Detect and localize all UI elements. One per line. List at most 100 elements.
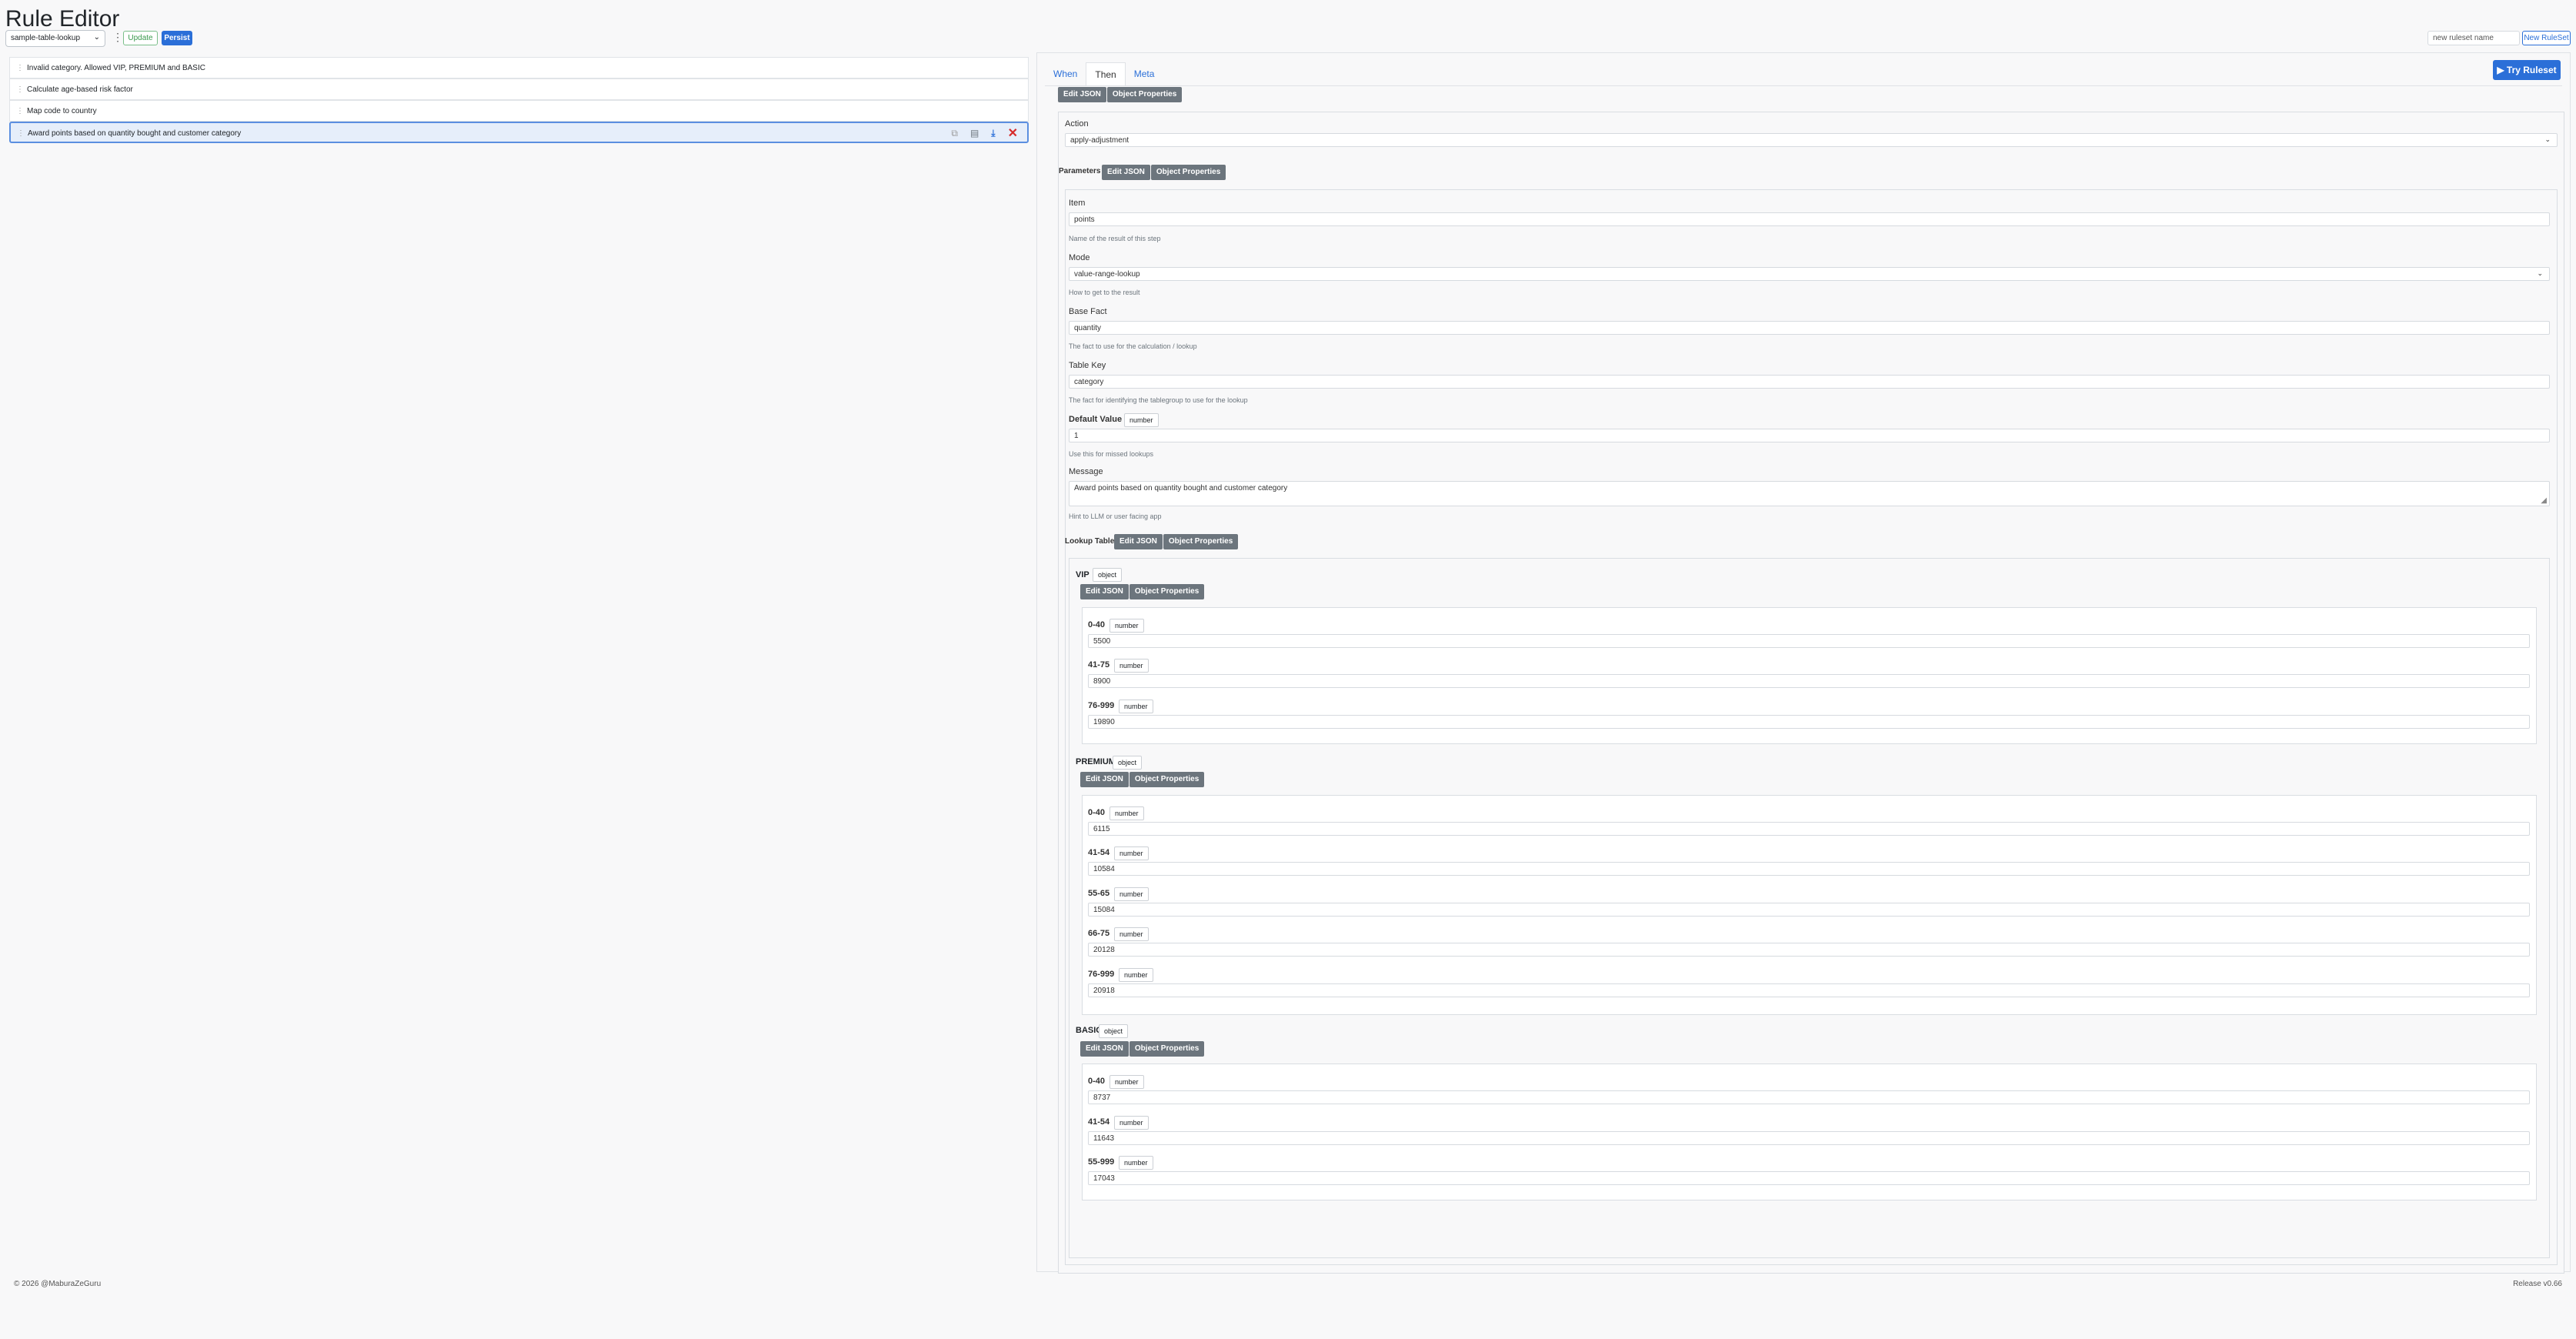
clipboard-icon[interactable]: ▤ xyxy=(970,128,979,141)
type-chip[interactable]: object xyxy=(1099,1024,1129,1038)
edit-json-button[interactable]: Edit JSON xyxy=(1058,87,1106,102)
delete-icon[interactable]: ✕ xyxy=(1008,125,1018,141)
chevron-down-icon: ⌄ xyxy=(2544,135,2551,143)
table-key-input[interactable]: category xyxy=(1069,375,2550,389)
message-value: Award points based on quantity bought an… xyxy=(1074,484,1288,493)
range-value-input[interactable]: 19890 xyxy=(1088,715,2530,729)
editor-tabs: When Then Meta xyxy=(1045,62,1163,86)
rule-editor-panel: When Then Meta ▶ Try Ruleset Edit JSON Ob… xyxy=(1036,52,2571,1274)
range-value-input[interactable]: 15084 xyxy=(1088,903,2530,917)
type-chip[interactable]: object xyxy=(1113,756,1143,770)
item-input[interactable]: points xyxy=(1069,212,2550,226)
type-chip[interactable]: number xyxy=(1119,1156,1153,1170)
type-chip[interactable]: number xyxy=(1109,806,1144,820)
edit-json-button[interactable]: Edit JSON xyxy=(1080,772,1129,787)
object-properties-button[interactable]: Object Properties xyxy=(1106,87,1183,102)
type-chip[interactable]: number xyxy=(1114,927,1149,941)
table-key-help: The fact for identifying the tablegroup … xyxy=(1069,396,1248,404)
chevron-down-icon: ⌄ xyxy=(2537,269,2543,277)
range-label: 66-75 xyxy=(1088,929,1110,938)
parameters-json-toggle: Edit JSON Object Properties xyxy=(1102,165,1226,180)
edit-json-button[interactable]: Edit JSON xyxy=(1114,534,1163,549)
type-chip[interactable]: number xyxy=(1114,887,1149,901)
type-chip[interactable]: number xyxy=(1114,659,1149,673)
tab-when[interactable]: When xyxy=(1045,62,1086,86)
message-help: Hint to LLM or user facing app xyxy=(1069,513,1162,520)
mode-select[interactable]: value-range-lookup ⌄ xyxy=(1069,267,2550,281)
range-value-input[interactable]: 8737 xyxy=(1088,1090,2530,1104)
object-properties-button[interactable]: Object Properties xyxy=(1129,772,1205,787)
type-chip[interactable]: number xyxy=(1114,846,1149,860)
tab-meta[interactable]: Meta xyxy=(1126,62,1163,86)
item-label: Item xyxy=(1069,199,1086,208)
ruleset-name-input[interactable]: new ruleset name xyxy=(2428,31,2520,45)
range-value-input[interactable]: 8900 xyxy=(1088,674,2530,688)
update-button[interactable]: Update xyxy=(123,31,158,45)
rule-label: Invalid category. Allowed VIP, PREMIUM a… xyxy=(27,64,205,72)
message-textarea[interactable]: Award points based on quantity bought an… xyxy=(1069,481,2550,506)
ruleset-select-value: sample-table-lookup xyxy=(11,34,81,42)
rule-item[interactable]: ⋮ Map code to country xyxy=(9,100,1029,122)
range-label: 41-75 xyxy=(1088,660,1110,670)
mode-value: value-range-lookup xyxy=(1074,270,1140,279)
lookup-table-label: Lookup Table xyxy=(1065,537,1115,546)
edit-json-button[interactable]: Edit JSON xyxy=(1080,1041,1129,1057)
action-label: Action xyxy=(1065,119,1089,129)
range-value-input[interactable]: 20128 xyxy=(1088,943,2530,957)
rule-item-active[interactable]: ⋮ Award points based on quantity bought a… xyxy=(9,122,1029,143)
rule-item[interactable]: ⋮ Calculate age-based risk factor xyxy=(9,78,1029,100)
base-fact-input[interactable]: quantity xyxy=(1069,321,2550,335)
item-help: Name of the result of this step xyxy=(1069,235,1161,242)
drag-handle-icon[interactable]: ⋮ xyxy=(16,107,24,115)
drag-handle-icon[interactable]: ⋮ xyxy=(17,129,25,138)
type-chip[interactable]: number xyxy=(1114,1116,1149,1130)
drag-handle-icon[interactable]: ⋮ xyxy=(16,85,24,94)
range-value-input[interactable]: 17043 xyxy=(1088,1171,2530,1185)
range-value-input[interactable]: 10584 xyxy=(1088,862,2530,876)
ruleset-select[interactable]: sample-table-lookup ⌄ xyxy=(5,30,105,47)
type-chip[interactable]: number xyxy=(1109,1075,1144,1089)
range-label: 55-999 xyxy=(1088,1157,1115,1167)
tab-then[interactable]: Then xyxy=(1086,62,1126,86)
group-title-premium: PREMIUM xyxy=(1076,757,1116,766)
type-chip[interactable]: number xyxy=(1124,413,1159,427)
type-chip[interactable]: object xyxy=(1093,568,1123,582)
try-ruleset-button[interactable]: ▶ Try Ruleset xyxy=(2493,60,2561,80)
parameters-label: Parameters xyxy=(1059,167,1101,175)
mode-label: Mode xyxy=(1069,253,1090,262)
range-value-input[interactable]: 5500 xyxy=(1088,634,2530,648)
rule-item[interactable]: ⋮ Invalid category. Allowed VIP, PREMIUM … xyxy=(9,57,1029,78)
object-properties-button[interactable]: Object Properties xyxy=(1163,534,1239,549)
base-fact-help: The fact to use for the calculation / lo… xyxy=(1069,342,1197,350)
action-select[interactable]: apply-adjustment ⌄ xyxy=(1065,133,2558,147)
rule-label: Calculate age-based risk factor xyxy=(27,85,133,94)
rule-label: Map code to country xyxy=(27,107,97,115)
action-value: apply-adjustment xyxy=(1070,136,1130,145)
default-value-input[interactable]: 1 xyxy=(1069,429,2550,442)
object-properties-button[interactable]: Object Properties xyxy=(1129,1041,1205,1057)
range-label: 76-999 xyxy=(1088,701,1115,710)
type-chip[interactable]: number xyxy=(1119,968,1153,982)
range-value-input[interactable]: 20918 xyxy=(1088,983,2530,997)
drag-handle-icon[interactable]: ⋮ xyxy=(16,64,24,72)
edit-json-button[interactable]: Edit JSON xyxy=(1080,584,1129,599)
range-label: 0-40 xyxy=(1088,1077,1106,1086)
object-properties-button[interactable]: Object Properties xyxy=(1129,584,1205,599)
message-label: Message xyxy=(1069,467,1103,476)
range-value-input[interactable]: 6115 xyxy=(1088,822,2530,836)
more-options-icon[interactable]: ⋮ xyxy=(112,31,123,44)
root-json-toggle: Edit JSON Object Properties xyxy=(1058,87,1183,102)
group-title-vip: VIP xyxy=(1076,570,1089,579)
object-properties-button[interactable]: Object Properties xyxy=(1150,165,1226,180)
range-value-input[interactable]: 11643 xyxy=(1088,1131,2530,1145)
range-label: 76-999 xyxy=(1088,970,1115,979)
premium-json-toggle: Edit JSON Object Properties xyxy=(1080,772,1205,787)
copy-icon[interactable]: ⧉ xyxy=(951,128,958,141)
new-ruleset-button[interactable]: New RuleSet xyxy=(2522,31,2571,45)
type-chip[interactable]: number xyxy=(1109,619,1144,633)
persist-button[interactable]: Persist xyxy=(162,31,192,45)
download-icon[interactable]: ⤓ xyxy=(991,128,995,141)
edit-json-button[interactable]: Edit JSON xyxy=(1102,165,1150,180)
resize-handle-icon[interactable]: ◢ xyxy=(2541,496,2547,505)
type-chip[interactable]: number xyxy=(1119,700,1153,713)
